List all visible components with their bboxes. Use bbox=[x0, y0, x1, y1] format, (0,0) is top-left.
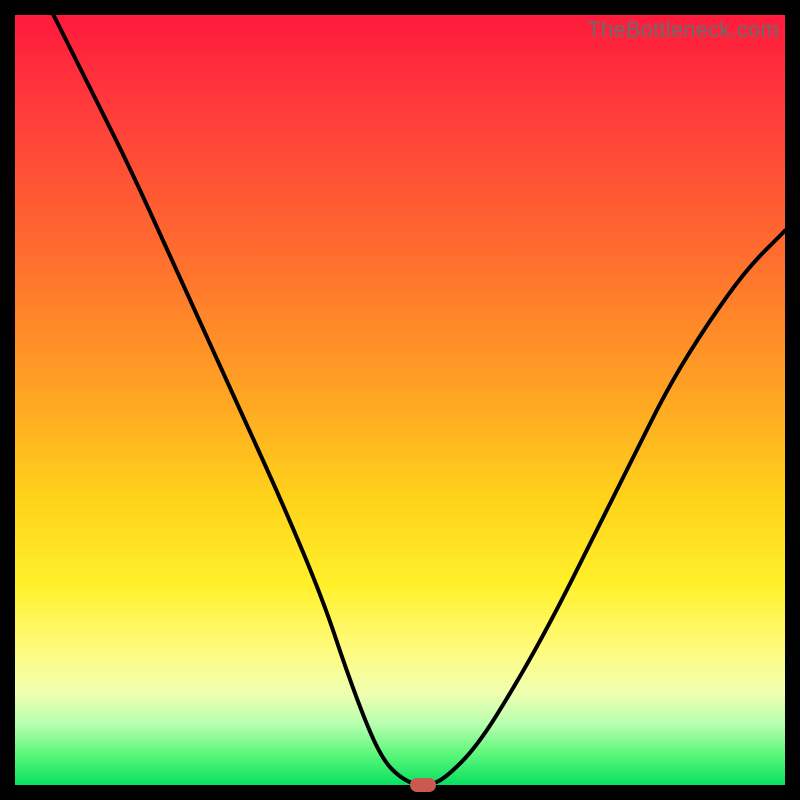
chart-stage: TheBottleneck.com bbox=[0, 0, 800, 800]
gradient-plot-area: TheBottleneck.com bbox=[15, 15, 785, 785]
curve-path bbox=[54, 15, 786, 785]
optimum-marker bbox=[410, 778, 436, 792]
bottleneck-curve bbox=[15, 15, 785, 785]
